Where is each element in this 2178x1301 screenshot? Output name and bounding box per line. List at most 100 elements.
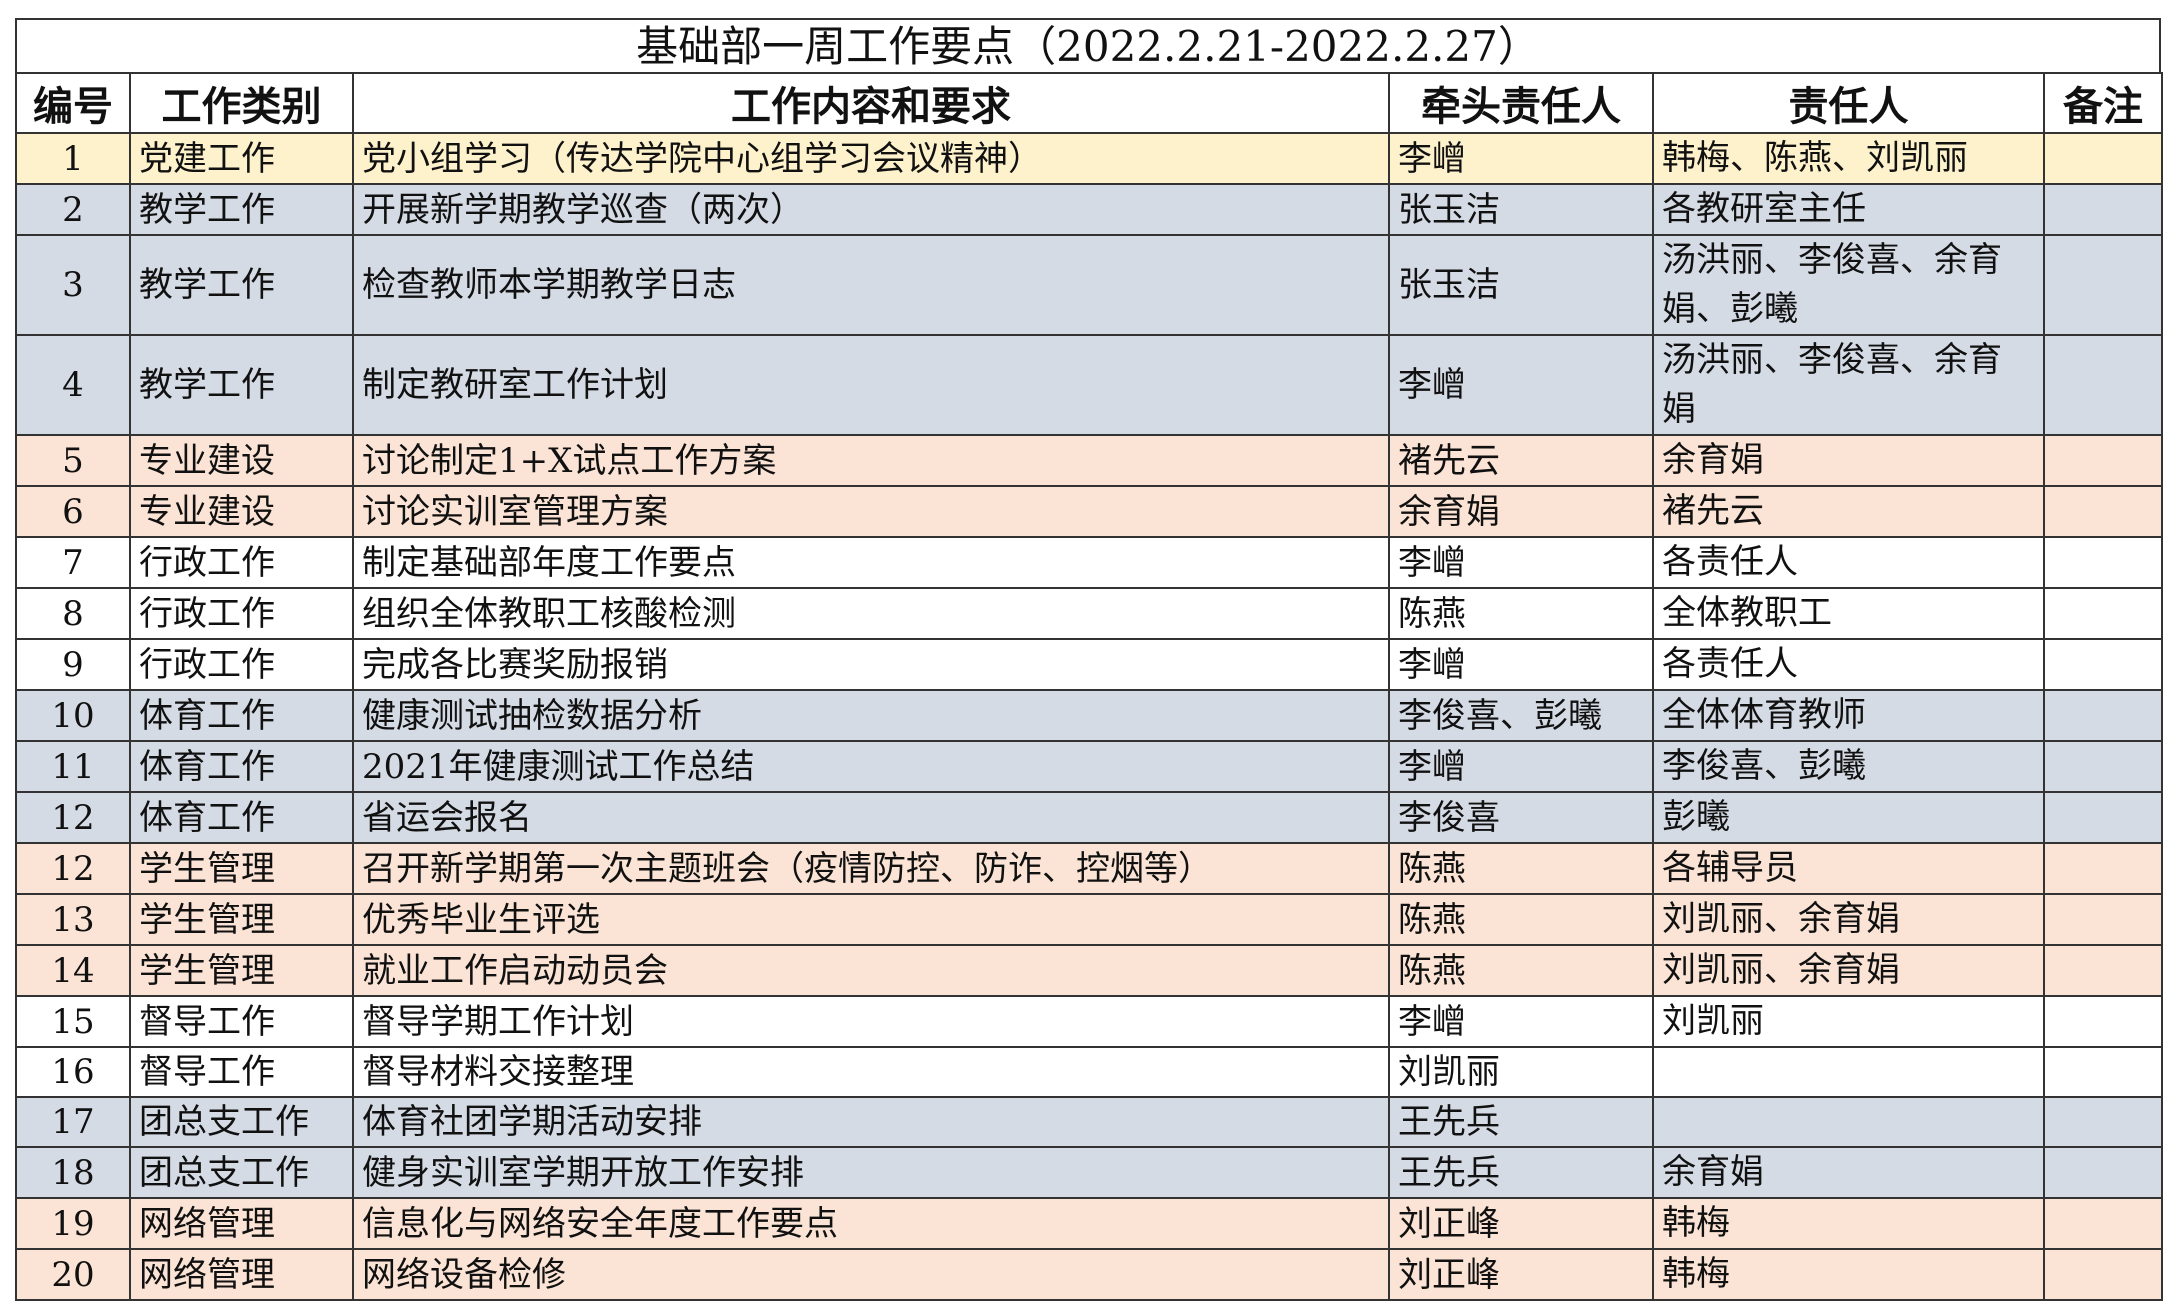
cell-lead[interactable]: 王先兵 <box>1388 1146 1654 1199</box>
cell-no[interactable]: 6 <box>15 485 131 538</box>
cell-note[interactable] <box>2043 1197 2163 1250</box>
cell-content[interactable]: 督导材料交接整理 <box>352 1046 1390 1098</box>
cell-responsible[interactable]: 韩梅 <box>1652 1197 2045 1250</box>
cell-no[interactable]: 3 <box>15 234 131 336</box>
cell-responsible[interactable]: 各责任人 <box>1652 536 2045 589</box>
cell-lead[interactable]: 陈燕 <box>1388 587 1654 640</box>
cell-content[interactable]: 网络设备检修 <box>352 1248 1390 1301</box>
cell-type[interactable]: 体育工作 <box>129 689 354 742</box>
cell-lead[interactable]: 李嶒 <box>1388 334 1654 436</box>
cell-lead[interactable]: 李嶒 <box>1388 638 1654 691</box>
cell-no[interactable]: 9 <box>15 638 131 691</box>
cell-no[interactable]: 11 <box>15 740 131 793</box>
cell-no[interactable]: 8 <box>15 587 131 640</box>
cell-type[interactable]: 教学工作 <box>129 183 354 236</box>
cell-no[interactable]: 10 <box>15 689 131 742</box>
cell-responsible[interactable]: 韩梅 <box>1652 1248 2045 1301</box>
cell-no[interactable]: 17 <box>15 1096 131 1148</box>
cell-note[interactable] <box>2043 689 2163 742</box>
cell-note[interactable] <box>2043 334 2163 436</box>
cell-responsible[interactable] <box>1652 1046 2045 1098</box>
cell-responsible[interactable] <box>1652 1096 2045 1148</box>
cell-note[interactable] <box>2043 434 2163 487</box>
cell-lead[interactable]: 李嶒 <box>1388 995 1654 1048</box>
cell-responsible[interactable]: 各辅导员 <box>1652 842 2045 895</box>
cell-lead[interactable]: 刘凯丽 <box>1388 1046 1654 1098</box>
cell-responsible[interactable]: 韩梅、陈燕、刘凯丽 <box>1652 132 2045 185</box>
cell-lead[interactable]: 李嶒 <box>1388 132 1654 185</box>
cell-content[interactable]: 召开新学期第一次主题班会（疫情防控、防诈、控烟等） <box>352 842 1390 895</box>
cell-responsible[interactable]: 褚先云 <box>1652 485 2045 538</box>
cell-responsible[interactable]: 全体教职工 <box>1652 587 2045 640</box>
cell-note[interactable] <box>2043 1096 2163 1148</box>
cell-type[interactable]: 教学工作 <box>129 334 354 436</box>
cell-type[interactable]: 专业建设 <box>129 434 354 487</box>
cell-type[interactable]: 行政工作 <box>129 638 354 691</box>
cell-responsible[interactable]: 彭曦 <box>1652 791 2045 844</box>
cell-content[interactable]: 讨论制定1+X试点工作方案 <box>352 434 1390 487</box>
cell-type[interactable]: 体育工作 <box>129 740 354 793</box>
cell-no[interactable]: 5 <box>15 434 131 487</box>
cell-lead[interactable]: 张玉洁 <box>1388 183 1654 236</box>
cell-no[interactable]: 2 <box>15 183 131 236</box>
cell-note[interactable] <box>2043 893 2163 946</box>
cell-lead[interactable]: 王先兵 <box>1388 1096 1654 1148</box>
cell-responsible[interactable]: 余育娟 <box>1652 434 2045 487</box>
cell-note[interactable] <box>2043 638 2163 691</box>
cell-no[interactable]: 18 <box>15 1146 131 1199</box>
cell-type[interactable]: 督导工作 <box>129 995 354 1048</box>
cell-lead[interactable]: 李俊喜、彭曦 <box>1388 689 1654 742</box>
cell-note[interactable] <box>2043 587 2163 640</box>
cell-note[interactable] <box>2043 842 2163 895</box>
cell-type[interactable]: 行政工作 <box>129 536 354 589</box>
cell-responsible[interactable]: 刘凯丽 <box>1652 995 2045 1048</box>
cell-no[interactable]: 4 <box>15 334 131 436</box>
cell-content[interactable]: 健康测试抽检数据分析 <box>352 689 1390 742</box>
cell-content[interactable]: 信息化与网络安全年度工作要点 <box>352 1197 1390 1250</box>
cell-content[interactable]: 完成各比赛奖励报销 <box>352 638 1390 691</box>
cell-lead[interactable]: 刘正峰 <box>1388 1248 1654 1301</box>
cell-note[interactable] <box>2043 1146 2163 1199</box>
cell-type[interactable]: 学生管理 <box>129 893 354 946</box>
cell-note[interactable] <box>2043 1248 2163 1301</box>
cell-no[interactable]: 12 <box>15 791 131 844</box>
cell-content[interactable]: 健身实训室学期开放工作安排 <box>352 1146 1390 1199</box>
cell-lead[interactable]: 褚先云 <box>1388 434 1654 487</box>
cell-note[interactable] <box>2043 485 2163 538</box>
cell-no[interactable]: 14 <box>15 944 131 997</box>
cell-no[interactable]: 16 <box>15 1046 131 1098</box>
cell-type[interactable]: 督导工作 <box>129 1046 354 1098</box>
cell-responsible[interactable]: 李俊喜、彭曦 <box>1652 740 2045 793</box>
cell-type[interactable]: 学生管理 <box>129 842 354 895</box>
cell-content[interactable]: 省运会报名 <box>352 791 1390 844</box>
cell-content[interactable]: 2021年健康测试工作总结 <box>352 740 1390 793</box>
cell-content[interactable]: 制定教研室工作计划 <box>352 334 1390 436</box>
cell-lead[interactable]: 陈燕 <box>1388 944 1654 997</box>
cell-lead[interactable]: 张玉洁 <box>1388 234 1654 336</box>
cell-content[interactable]: 检查教师本学期教学日志 <box>352 234 1390 336</box>
cell-note[interactable] <box>2043 536 2163 589</box>
cell-no[interactable]: 19 <box>15 1197 131 1250</box>
cell-responsible[interactable]: 余育娟 <box>1652 1146 2045 1199</box>
cell-responsible[interactable]: 各责任人 <box>1652 638 2045 691</box>
cell-responsible[interactable]: 汤洪丽、李俊喜、余育娟、彭曦 <box>1652 234 2045 336</box>
cell-responsible[interactable]: 刘凯丽、余育娟 <box>1652 893 2045 946</box>
cell-content[interactable]: 体育社团学期活动安排 <box>352 1096 1390 1148</box>
cell-lead[interactable]: 余育娟 <box>1388 485 1654 538</box>
cell-content[interactable]: 督导学期工作计划 <box>352 995 1390 1048</box>
cell-responsible[interactable]: 各教研室主任 <box>1652 183 2045 236</box>
cell-type[interactable]: 体育工作 <box>129 791 354 844</box>
cell-note[interactable] <box>2043 944 2163 997</box>
cell-note[interactable] <box>2043 791 2163 844</box>
cell-lead[interactable]: 陈燕 <box>1388 893 1654 946</box>
cell-lead[interactable]: 李嶒 <box>1388 536 1654 589</box>
cell-content[interactable]: 组织全体教职工核酸检测 <box>352 587 1390 640</box>
cell-no[interactable]: 20 <box>15 1248 131 1301</box>
cell-type[interactable]: 团总支工作 <box>129 1096 354 1148</box>
cell-lead[interactable]: 李嶒 <box>1388 740 1654 793</box>
cell-type[interactable]: 网络管理 <box>129 1197 354 1250</box>
cell-type[interactable]: 教学工作 <box>129 234 354 336</box>
cell-note[interactable] <box>2043 740 2163 793</box>
cell-responsible[interactable]: 全体体育教师 <box>1652 689 2045 742</box>
cell-responsible[interactable]: 汤洪丽、李俊喜、余育娟 <box>1652 334 2045 436</box>
